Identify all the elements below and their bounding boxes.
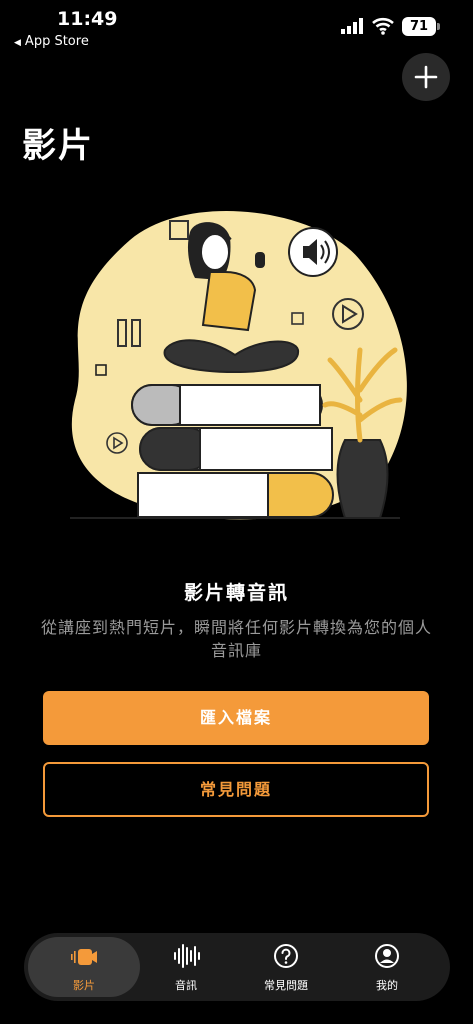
tab-label: 影片 xyxy=(73,979,95,992)
status-bar: 11:49 ◀ App Store 71 xyxy=(0,0,473,56)
add-button[interactable] xyxy=(402,53,450,101)
video-camera-icon xyxy=(71,949,97,965)
tab-video[interactable]: 影片 xyxy=(28,937,140,997)
profile-icon xyxy=(375,944,399,968)
question-circle-icon xyxy=(274,944,298,968)
tab-label: 我的 xyxy=(376,979,398,992)
import-file-button[interactable]: 匯入檔案 xyxy=(43,691,429,745)
plus-icon xyxy=(414,65,438,89)
battery-tip xyxy=(437,23,440,30)
wifi-icon xyxy=(372,17,394,35)
tab-label: 常見問題 xyxy=(264,979,308,992)
faq-button[interactable]: 常見問題 xyxy=(43,762,429,817)
page-title: 影片 xyxy=(22,126,94,166)
tab-profile[interactable]: 我的 xyxy=(337,933,437,1001)
cellular-signal-icon xyxy=(341,18,363,34)
tab-audio[interactable]: 音訊 xyxy=(136,933,236,1001)
headphones-reader-illustration xyxy=(70,211,407,520)
empty-state-heading: 影片轉音訊 xyxy=(183,582,289,604)
back-to-app-store[interactable]: ◀ App Store xyxy=(14,34,89,49)
back-label: App Store xyxy=(24,34,89,49)
battery-indicator: 71 xyxy=(402,17,436,36)
empty-state-description: 從講座到熱門短片，瞬間將任何影片轉換為您的個人音訊庫 xyxy=(40,618,432,660)
waveform-icon xyxy=(174,944,200,968)
status-time: 11:49 xyxy=(57,8,118,30)
tab-bar: 影片 音訊 常見問題 我的 xyxy=(24,933,450,1001)
tab-label: 音訊 xyxy=(175,979,197,992)
back-arrow-icon: ◀ xyxy=(14,38,21,48)
tab-faq[interactable]: 常見問題 xyxy=(236,933,336,1001)
